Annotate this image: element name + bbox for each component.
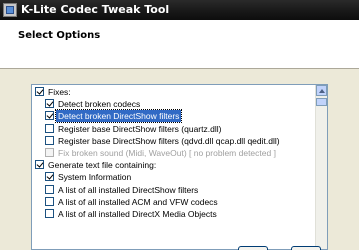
next-button[interactable] (291, 246, 321, 250)
option-row[interactable]: Register base DirectShow filters (qdvd.d… (32, 135, 316, 147)
option-label: Generate text file containing: (48, 160, 157, 171)
option-group-row[interactable]: Fixes: (32, 86, 316, 98)
wizard-header: Select Options (0, 20, 359, 69)
option-checkbox (45, 148, 54, 157)
options-checklist[interactable]: A list of all installed DirectX Media Ob… (31, 84, 328, 250)
page-title: Select Options (18, 30, 101, 41)
option-label: A list of all installed ACM and VFW code… (58, 196, 218, 207)
scroll-up-button[interactable] (316, 85, 327, 96)
option-label: System Information (58, 172, 132, 183)
option-checkbox[interactable] (45, 172, 54, 182)
option-row[interactable]: Detect broken DirectShow filters (32, 109, 316, 124)
option-label: Fix broken sound (Midi, WaveOut) [ no pr… (58, 148, 276, 158)
option-row[interactable]: Register base DirectShow filters (quartz… (32, 123, 316, 135)
vertical-scrollbar[interactable] (315, 85, 327, 249)
option-checkbox[interactable] (45, 111, 54, 121)
option-label: Fixes: (48, 87, 71, 97)
app-icon (3, 3, 17, 17)
option-checkbox[interactable] (45, 196, 54, 206)
option-label: A list of all installed DirectX Media Ob… (58, 209, 217, 219)
option-row[interactable]: A list of all installed DirectShow filte… (32, 184, 316, 196)
option-row[interactable]: Detect broken codecs (32, 98, 316, 110)
option-label: Detect broken DirectShow filters (54, 109, 183, 124)
option-group-row[interactable]: Generate text file containing: (32, 159, 316, 171)
option-row[interactable]: A list of all installed DirectX Media Ob… (32, 208, 316, 220)
option-checkbox[interactable] (45, 123, 54, 133)
option-row: Fix broken sound (Midi, WaveOut) [ no pr… (32, 147, 316, 159)
title-bar[interactable]: K-Lite Codec Tweak Tool (0, 0, 359, 20)
back-button[interactable] (238, 246, 268, 250)
option-checkbox[interactable] (45, 99, 54, 109)
option-checkbox[interactable] (45, 209, 54, 218)
option-checkbox[interactable] (45, 184, 54, 194)
option-checkbox[interactable] (35, 87, 44, 96)
option-checkbox[interactable] (35, 160, 44, 170)
scroll-thumb[interactable] (316, 98, 327, 106)
main-window: K-Lite Codec Tweak Tool Select Options A… (0, 0, 359, 250)
option-label: Register base DirectShow filters (qdvd.d… (58, 135, 280, 146)
option-label: Register base DirectShow filters (quartz… (58, 123, 222, 134)
option-label: Detect broken codecs (58, 99, 141, 110)
option-label: A list of all installed DirectShow filte… (58, 184, 199, 195)
option-row[interactable]: System Information (32, 171, 316, 183)
option-checkbox[interactable] (45, 135, 54, 145)
option-row[interactable]: A list of all installed ACM and VFW code… (32, 196, 316, 208)
window-title: K-Lite Codec Tweak Tool (21, 3, 170, 16)
